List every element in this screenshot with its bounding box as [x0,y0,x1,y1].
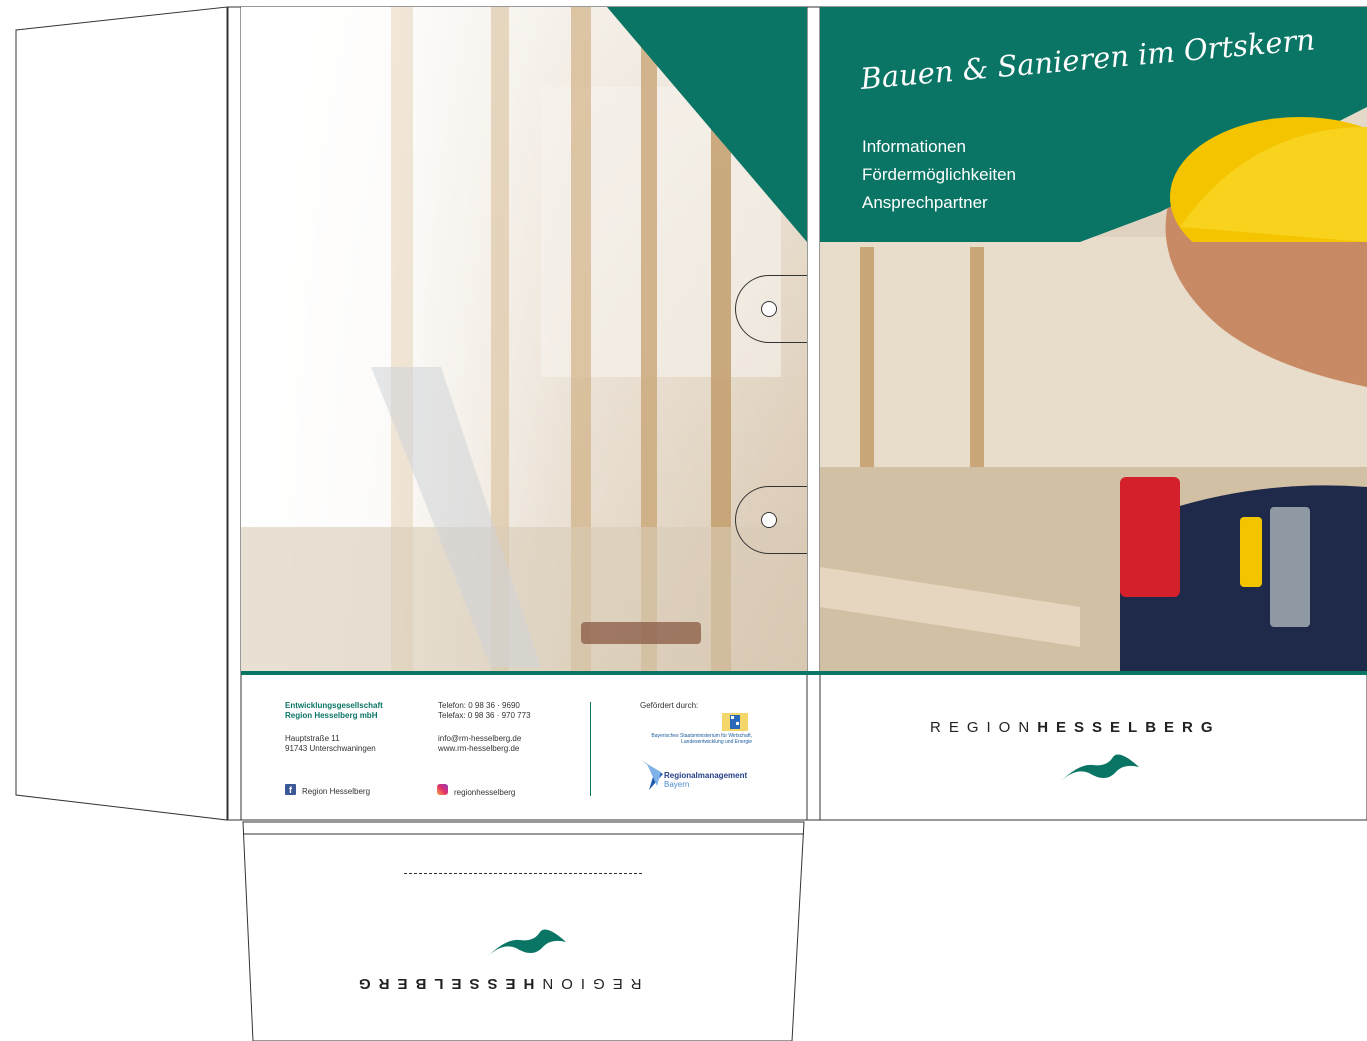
street: Hauptstraße 11 [285,734,340,743]
website: www.rm-hesselberg.de [438,744,520,753]
brand-bold: HESSELBERG [1037,719,1221,736]
online-block: info@rm-hesselberg.de www.rm-hesselberg.… [438,734,521,754]
rm-region: Bayern [664,780,690,789]
address: Hauptstraße 11 91743 Unterschwaningen [285,734,376,754]
slot-hole-icon [761,301,777,317]
email: info@rm-hesselberg.de [438,734,522,743]
instagram-handle: regionhesselberg [454,788,516,797]
company-line-1: Entwicklungsgesellschaft [285,701,383,710]
ministry-name: Bayerisches Staatsministerium für Wirtsc… [651,733,752,745]
city: 91743 Unterschwaningen [285,744,376,753]
brand-wordmark-flipped: REGIONHESSELBERG [351,975,642,992]
brand-light: REGION [534,975,642,992]
company-name: Entwicklungsgesellschaft Region Hesselbe… [285,701,383,721]
slot-hole-icon [761,512,777,528]
cover-topic-item: Ansprechpartner [862,193,988,212]
facebook-icon: f [285,784,296,795]
cover-topic-item: Fördermöglichkeiten [862,165,1017,184]
contact-divider [590,702,591,796]
brand-light: REGION [930,719,1038,736]
cover-topic-list: Informationen Fördermöglichkeiten Anspre… [862,133,1016,217]
brand-bold: HESSELBERG [351,975,535,992]
brand-leaf-icon [1059,754,1139,783]
footer-divider [241,671,1367,675]
sponsor-heading: Gefördert durch: [640,701,699,710]
brand-wordmark: REGIONHESSELBERG [930,719,1221,736]
brand-leaf-icon [486,929,566,958]
fold-guide-line [404,873,642,874]
instagram-icon [437,784,448,795]
phone-block: Telefon: 0 98 36 · 9690 Telefax: 0 98 36… [438,701,531,721]
company-line-2: Region Hesselberg mbH [285,711,378,720]
rm-name: Regionalmanagement [664,771,748,780]
cover-topic-item: Informationen [862,137,966,156]
bavaria-crest-icon [722,713,748,731]
fax: Telefax: 0 98 36 · 970 773 [438,711,531,720]
facebook-handle: Region Hesselberg [302,787,371,796]
phone: Telefon: 0 98 36 · 9690 [438,701,520,710]
back-banner [607,7,807,242]
